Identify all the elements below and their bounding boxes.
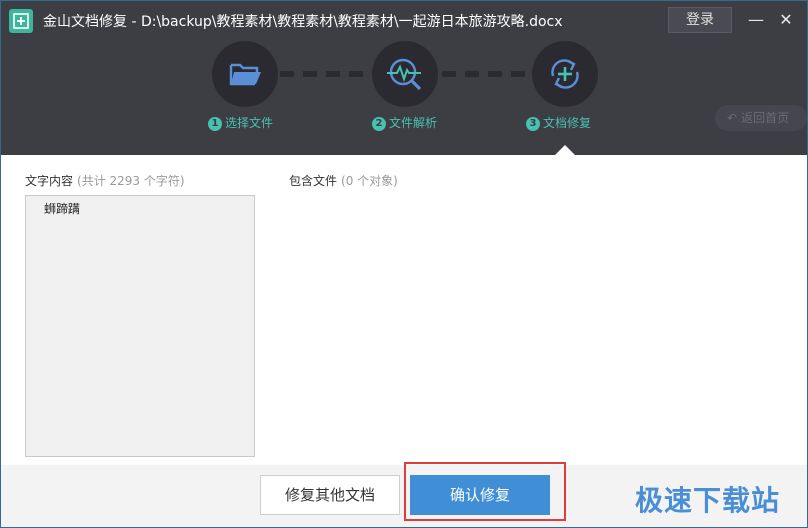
step-connector: [280, 71, 372, 77]
text-content-body: 蛳蹄蹒: [44, 202, 81, 216]
included-files-title: 包含文件: [289, 174, 338, 188]
step-select-file: [212, 41, 278, 107]
watermark-logo: 极速下载站: [635, 484, 781, 517]
step-label-text: 文档修复: [543, 116, 592, 130]
undo-arrow-icon: ↶: [727, 111, 738, 125]
step-number: 2: [372, 117, 386, 131]
step-repair-document: [532, 41, 598, 107]
step-number: 3: [526, 117, 540, 131]
step-connector: [442, 71, 534, 77]
step-label-text: 选择文件: [225, 116, 274, 130]
confirm-repair-button[interactable]: 确认修复: [410, 475, 550, 515]
step-number: 1: [208, 117, 222, 131]
window-title: 金山文档修复 - D:\backup\教程素材\教程素材\教程素材\一起游日本旅…: [43, 14, 563, 30]
active-step-pointer: [555, 145, 575, 155]
step-label-text: 文件解析: [389, 116, 438, 130]
login-button[interactable]: 登录: [668, 7, 732, 33]
back-home-button[interactable]: ↶ 返回首页: [715, 105, 807, 131]
close-button[interactable]: ✕: [775, 9, 797, 31]
step-analyze-file: [372, 41, 438, 107]
title-bar: 金山文档修复 - D:\backup\教程素材\教程素材\教程素材\一起游日本旅…: [1, 1, 807, 39]
text-content-preview[interactable]: 蛳蹄蹒: [25, 195, 255, 457]
app-window: 金山文档修复 - D:\backup\教程素材\教程素材\教程素材\一起游日本旅…: [0, 0, 808, 528]
back-home-label: 返回首页: [741, 111, 790, 125]
step-label-repair-document: 3 文档修复: [526, 114, 591, 131]
repair-icon: [551, 59, 579, 89]
app-logo-icon: [9, 9, 33, 33]
text-content-heading: 文字内容 (共计 2293 个字符): [25, 172, 185, 189]
included-files-heading: 包含文件 (0 个对象): [289, 172, 398, 189]
folder-icon: [229, 63, 261, 86]
repair-other-document-button[interactable]: 修复其他文档: [260, 475, 400, 515]
text-content-count: (共计 2293 个字符): [77, 174, 185, 188]
header: 金山文档修复 - D:\backup\教程素材\教程素材\教程素材\一起游日本旅…: [1, 1, 807, 155]
step-label-select-file: 1 选择文件: [208, 114, 273, 131]
text-content-title: 文字内容: [25, 174, 74, 188]
included-files-count: (0 个对象): [341, 174, 398, 188]
minimize-button[interactable]: —: [745, 9, 767, 31]
analyze-icon: [387, 58, 422, 91]
step-label-analyze-file: 2 文件解析: [372, 114, 437, 131]
